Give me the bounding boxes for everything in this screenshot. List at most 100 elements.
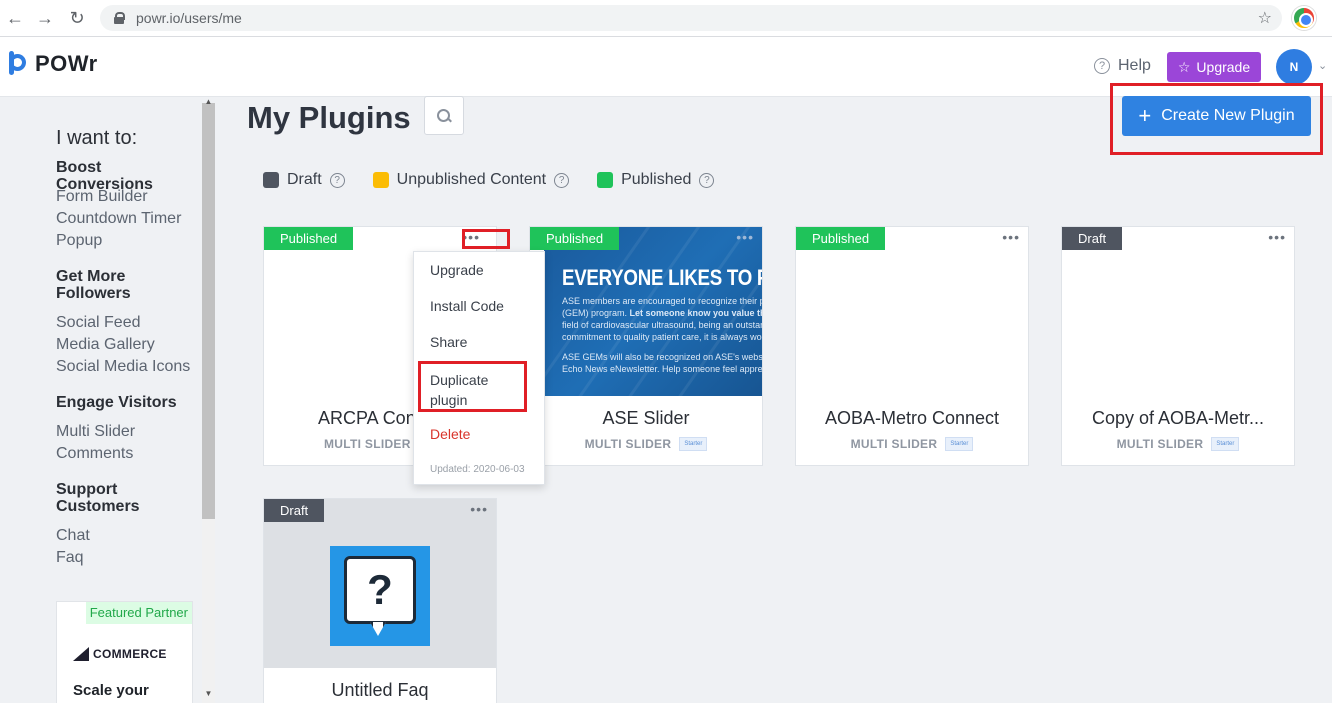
sidebar-link-media-gallery[interactable]: Media Gallery	[56, 336, 155, 354]
slider-headline: EVERYONE LIKES TO FEE	[562, 265, 762, 290]
bookmark-star-icon[interactable]: ☆	[1258, 8, 1272, 28]
lock-icon	[114, 12, 125, 24]
sidebar-heading: I want to:	[56, 127, 138, 149]
legend-item-unpublished: Unpublished Content ?	[372, 171, 570, 189]
menu-item-share[interactable]: Share	[430, 334, 467, 350]
more-options-icon[interactable]: •••	[1268, 229, 1286, 245]
sidebar-link-chat[interactable]: Chat	[56, 527, 90, 545]
plan-tier-badge: Starter	[945, 437, 974, 451]
status-badge: Published	[530, 227, 620, 250]
powr-logo-icon	[9, 51, 27, 77]
sidebar-group-title: Support Customers	[56, 481, 140, 515]
bigcommerce-mark-icon	[73, 647, 91, 661]
plugin-card[interactable]: Published ••• AOBA-Metro Connect MULTI S…	[795, 226, 1029, 466]
help-link[interactable]: ? Help	[1094, 57, 1151, 75]
menu-item-delete[interactable]: Delete	[430, 426, 470, 442]
sidebar-link-social-feed[interactable]: Social Feed	[56, 314, 141, 332]
legend-label: Published	[621, 171, 692, 188]
plugin-name: Untitled Faq	[331, 680, 429, 700]
powr-logo[interactable]: POWr	[9, 51, 98, 77]
scroll-down-arrow-icon[interactable]: ▼	[203, 689, 214, 698]
plugin-card[interactable]: EVERYONE LIKES TO FEE ASE members are en…	[529, 226, 763, 466]
legend-item-published: Published ?	[597, 171, 715, 189]
updated-date: Updated: 2020-06-03	[430, 464, 525, 475]
featured-partner-badge: Featured Partner	[85, 602, 192, 624]
slider-preview-image: EVERYONE LIKES TO FEE ASE members are en…	[544, 227, 762, 396]
browser-chrome: ← → ↻ powr.io/users/me ☆	[0, 0, 1332, 37]
bigcommerce-logo-text: COMMERCE	[93, 647, 167, 661]
slider-body-text: (GEM) program.	[562, 308, 628, 318]
address-bar[interactable]: powr.io/users/me ☆	[100, 5, 1282, 31]
plugin-name: AOBA-Metro Connect	[824, 408, 1000, 428]
more-options-icon[interactable]: •••	[736, 229, 754, 245]
logo-text: POWr	[35, 51, 98, 76]
sidebar-link-form-builder[interactable]: Form Builder	[56, 188, 148, 206]
duplicate-label-line: plugin	[430, 392, 468, 408]
back-arrow-icon[interactable]: ←	[4, 7, 26, 29]
more-options-icon[interactable]: •••	[1002, 229, 1020, 245]
status-badge: Published	[264, 227, 354, 250]
help-icon[interactable]: ?	[554, 172, 570, 188]
partner-copy: Scale your	[73, 682, 149, 699]
legend-label: Unpublished Content	[396, 171, 547, 188]
slider-body-line: field of cardiovascular ultrasound, bein…	[562, 320, 762, 330]
upgrade-button[interactable]: ☆ Upgrade	[1167, 52, 1261, 82]
avatar[interactable]: N	[1276, 49, 1312, 85]
plugin-card[interactable]: ? Draft ••• Untitled Faq	[263, 498, 497, 703]
status-legend: Draft ? Unpublished Content ? Published …	[263, 171, 742, 189]
plugin-name: ASE Slider	[602, 408, 690, 428]
menu-item-install-code[interactable]: Install Code	[430, 298, 504, 314]
plugin-meta: MULTI SLIDER Starter	[1062, 437, 1294, 451]
sidebar-link-faq[interactable]: Faq	[56, 549, 84, 567]
search-icon	[437, 108, 451, 123]
scroll-up-arrow-icon[interactable]: ▲	[203, 97, 214, 106]
sidebar-group-title: Get More Followers	[56, 268, 131, 302]
page-title: My Plugins	[247, 100, 411, 135]
sidebar-link-comments[interactable]: Comments	[56, 445, 133, 463]
sidebar-scrollbar[interactable]	[202, 103, 215, 703]
status-badge: Draft	[1062, 227, 1123, 250]
legend-label: Draft	[287, 171, 322, 188]
plugin-meta: MULTI SLIDER Starter	[796, 437, 1028, 451]
sidebar-scrollbar-thumb[interactable]	[202, 103, 215, 519]
sidebar-link-popup[interactable]: Popup	[56, 232, 102, 250]
browser-profile-icon[interactable]	[1292, 6, 1316, 30]
url-text: powr.io/users/me	[136, 10, 242, 26]
sidebar-link-social-media-icons[interactable]: Social Media Icons	[56, 358, 190, 376]
help-label: Help	[1118, 57, 1151, 74]
legend-swatch	[372, 172, 389, 188]
featured-partner-card[interactable]: Featured Partner COMMERCE Scale your	[56, 601, 193, 703]
plan-tier-badge: Starter	[1211, 437, 1240, 451]
slider-body-line: Echo News eNewsletter. Help someone feel…	[562, 364, 762, 374]
plugin-meta: MULTI SLIDER Starter	[530, 437, 762, 451]
chevron-down-icon[interactable]: ⌄	[1318, 59, 1327, 72]
reload-icon[interactable]: ↻	[66, 7, 88, 29]
more-options-icon[interactable]: •••	[462, 229, 480, 245]
search-button[interactable]	[424, 96, 464, 135]
slider-body-line: ASE members are encouraged to recognize …	[562, 296, 762, 306]
help-icon[interactable]: ?	[329, 172, 345, 188]
slider-body-line: commitment to quality patient care, it i…	[562, 332, 762, 342]
plugin-type: MULTI SLIDER	[850, 437, 938, 451]
forward-arrow-icon[interactable]: →	[34, 7, 56, 29]
help-icon[interactable]: ?	[699, 172, 715, 188]
plugin-context-menu: Upgrade Install Code Share Duplicate plu…	[413, 251, 545, 485]
plan-tier-badge: Starter	[679, 437, 708, 451]
faq-question-icon: ?	[330, 546, 430, 646]
sidebar-group-title: Engage Visitors	[56, 394, 177, 411]
menu-item-upgrade[interactable]: Upgrade	[430, 262, 484, 278]
create-button-highlight	[1110, 83, 1323, 155]
slider-body-line: ASE GEMs will also be recognized on ASE'…	[562, 352, 762, 362]
more-options-icon[interactable]: •••	[470, 501, 488, 517]
plugin-card[interactable]: Draft ••• Copy of AOBA-Metr... MULTI SLI…	[1061, 226, 1295, 466]
bigcommerce-logo: COMMERCE	[73, 647, 167, 661]
upgrade-label: Upgrade	[1196, 59, 1251, 75]
sidebar-link-countdown-timer[interactable]: Countdown Timer	[56, 210, 181, 228]
legend-swatch	[263, 172, 279, 188]
slider-body: ASE members are encouraged to recognize …	[562, 295, 762, 375]
status-badge: Published	[796, 227, 886, 250]
sidebar-link-multi-slider[interactable]: Multi Slider	[56, 423, 135, 441]
menu-item-duplicate-plugin[interactable]: Duplicate plugin	[430, 370, 488, 410]
slider-body-bold: Let someone know you value ther	[629, 308, 762, 318]
slider-body-line: (GEM) program. Let someone know you valu…	[562, 307, 762, 319]
